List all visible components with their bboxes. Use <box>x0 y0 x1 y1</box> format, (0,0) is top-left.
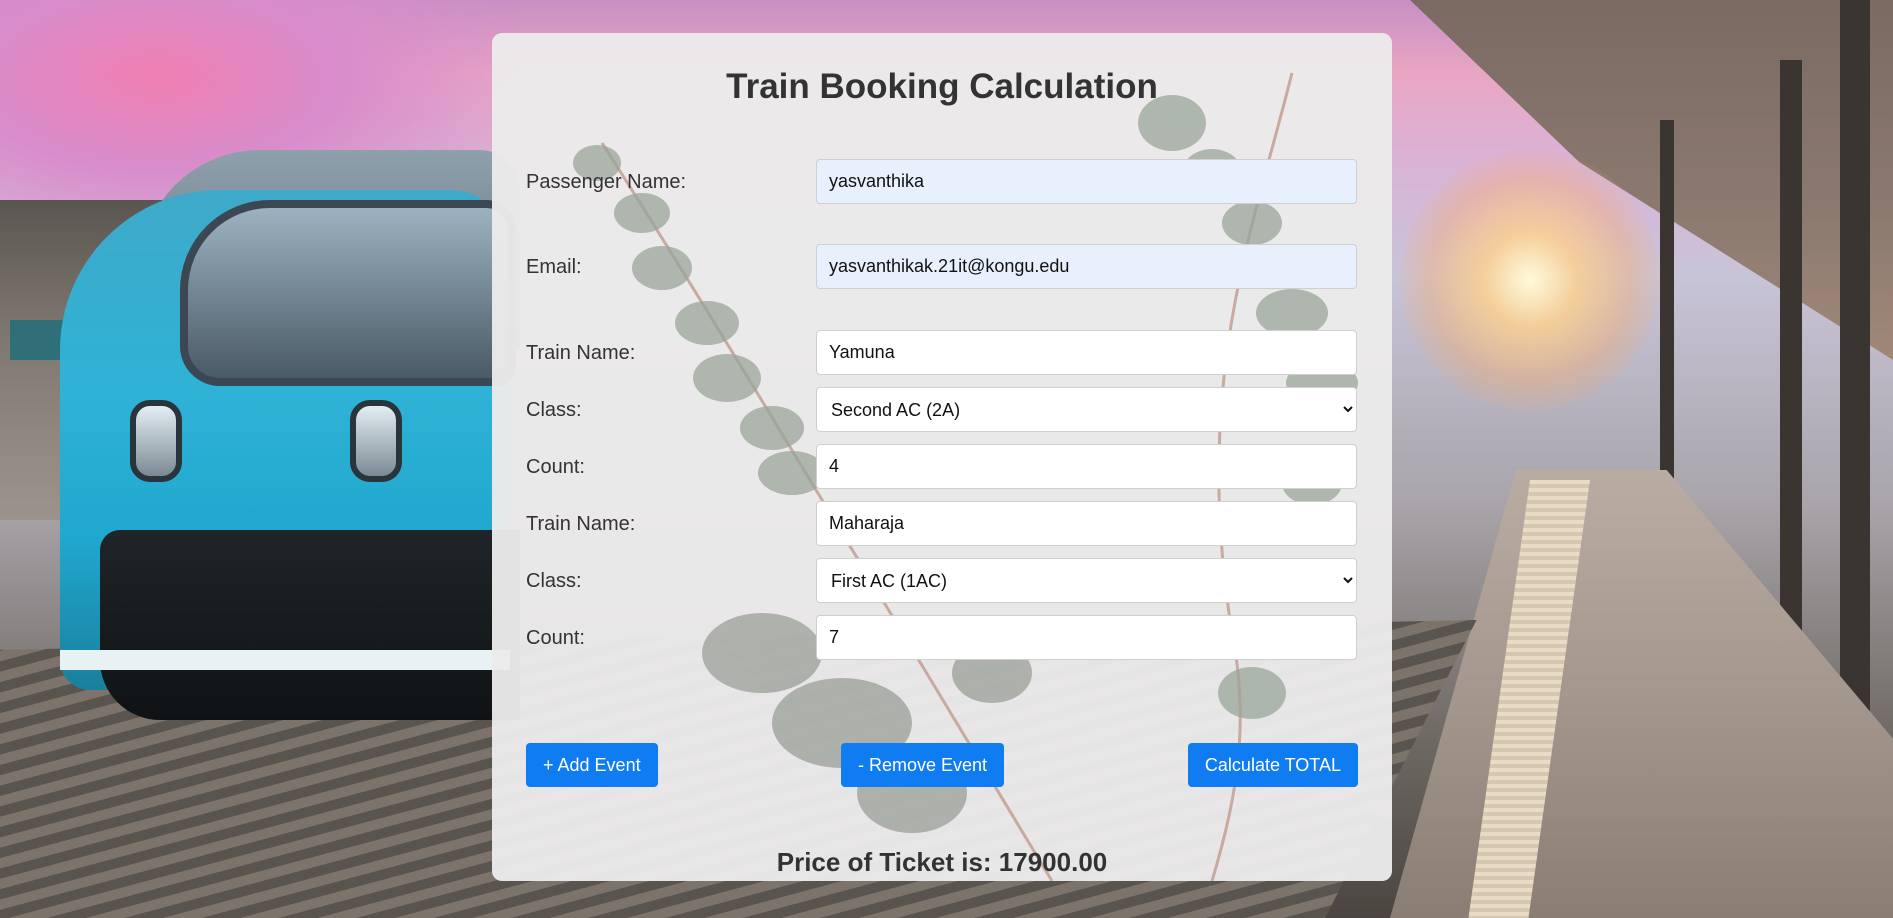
class-label: Class: <box>526 570 582 592</box>
booking-form-card: Train Booking Calculation Passenger Name… <box>492 33 1392 881</box>
platform-floor <box>1390 470 1893 918</box>
email-row: Email: <box>526 244 1358 290</box>
ticket-price-result: Price of Ticket is: 17900.00 <box>776 847 1108 877</box>
platform-pillar <box>1780 60 1802 700</box>
passenger-name-input[interactable] <box>816 159 1357 204</box>
platform-pillar <box>1840 0 1870 720</box>
add-event-button[interactable]: + Add Event <box>526 743 658 787</box>
train-headlight <box>130 400 182 482</box>
event-2-train-row: Train Name: <box>526 501 1358 547</box>
class-select[interactable]: Second AC (2A) <box>816 387 1357 432</box>
train-name-input[interactable] <box>816 330 1357 375</box>
class-label: Class: <box>526 399 582 421</box>
train-name-label: Train Name: <box>526 513 636 535</box>
event-1-train-row: Train Name: <box>526 330 1358 376</box>
email-label: Email: <box>526 256 582 278</box>
count-label: Count: <box>526 456 585 478</box>
passenger-name-row: Passenger Name: <box>526 159 1358 205</box>
train-windshield <box>180 200 516 386</box>
train-name-label: Train Name: <box>526 342 636 364</box>
passenger-name-label: Passenger Name: <box>526 171 687 193</box>
event-2-class-row: Class: First AC (1AC) <box>526 558 1358 604</box>
count-label: Count: <box>526 627 585 649</box>
calculate-total-button[interactable]: Calculate TOTAL <box>1187 743 1358 787</box>
remove-event-button[interactable]: - Remove Event <box>841 743 1005 787</box>
sun-glow <box>1400 150 1660 410</box>
event-1-class-row: Class: Second AC (2A) <box>526 387 1358 433</box>
train-name-input[interactable] <box>816 501 1357 546</box>
email-input[interactable] <box>816 244 1357 289</box>
count-input[interactable] <box>816 615 1357 660</box>
train-bumper <box>100 530 520 720</box>
train-headlight <box>350 400 402 482</box>
train-image <box>60 130 520 750</box>
event-2-count-row: Count: <box>526 615 1358 661</box>
page-title: Train Booking Calculation <box>726 67 1158 106</box>
platform-pillar <box>1660 120 1674 520</box>
count-input[interactable] <box>816 444 1357 489</box>
train-stripe <box>60 650 510 670</box>
class-select[interactable]: First AC (1AC) <box>816 558 1357 603</box>
event-1-count-row: Count: <box>526 444 1358 490</box>
